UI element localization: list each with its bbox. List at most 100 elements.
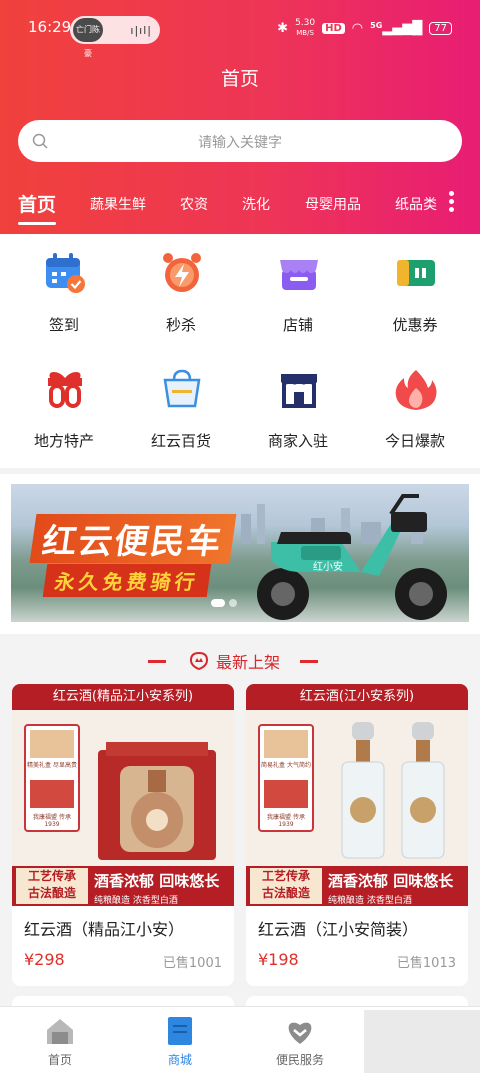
tab-active-indicator [18,222,56,225]
grid-item-stores[interactable]: 店铺 [238,234,358,344]
product-sold-count: 已售1013 [396,956,456,971]
product-banner-title: 红云酒(江小安系列) [246,684,468,710]
slogan: 酒香浓郁 回味悠长 [328,872,454,890]
tab-baby-products[interactable]: 母婴用品 [305,194,361,214]
wifi-icon: ◠ [351,20,364,36]
product-side-panel: 简易礼盒 大气简约 我康福盟 传承1939 [258,724,314,832]
grid-item-local-specialties[interactable]: 地方特产 [4,350,124,460]
quick-entry-grid: 签到 秒杀 店铺 优惠券 地方特产 红云百货 商家入驻 今日爆款 [0,234,480,468]
section-divider-right [300,660,318,663]
tab-label: 商城 [167,1053,192,1067]
page-title: 首页 [220,68,259,90]
crown-icon [189,651,209,671]
tradition-tag: 工艺传承 古法酿造 [16,868,88,904]
status-time: 16:29 [28,18,72,36]
more-categories-icon[interactable] [444,190,458,216]
audio-wave-icon: ı|ıl| [130,24,152,37]
tab-bar-home[interactable]: 首页 [0,1007,120,1073]
search-placeholder: 请输入关键字 [198,135,282,151]
side-image [30,780,74,808]
slogan: 酒香浓郁 回味悠长 [94,872,220,890]
slogan-block: 酒香浓郁 回味悠长 纯粮酿造 浓香型白酒 [94,870,232,906]
side-image [30,730,74,758]
overlay-patch [364,1010,480,1073]
side-caption: 我康福盟 传承1939 [33,814,71,828]
grid-label: 店铺 [282,316,313,334]
slogan-small: 纯粮酿造 浓香型白酒 [94,896,178,906]
status-icons: ✱ 5.30 MB/S HD ◠ 5G▂▄▆█ 77 [277,16,452,40]
liquor-bottles [341,722,445,859]
product-sold-count: 已售1001 [162,956,222,971]
grid-label: 优惠券 [392,316,438,334]
product-slogan-bar: 工艺传承 古法酿造 酒香浓郁 回味悠长 纯粮酿造 浓香型白酒 [12,866,234,906]
product-image: 红云酒(精品江小安系列) 精美礼盒 尽显高贵 我康福盟 传承1939 工艺传承 … [12,684,234,906]
banner-subtitle: 永久免费骑行 [42,564,212,597]
search-input[interactable]: 请输入关键字 [18,120,462,162]
tab-fresh-produce[interactable]: 蔬果生鲜 [90,194,146,214]
store-icon [280,260,318,290]
side-caption: 简易礼盒 大气简约 [261,762,311,769]
tab-toiletries[interactable]: 洗化 [242,194,270,214]
tab-paper-products[interactable]: 纸品类 [395,194,437,214]
tab-bar-services[interactable]: 便民服务 [240,1007,360,1073]
promo-banner[interactable]: 红云便民车 永久免费骑行 红小安 [11,484,469,622]
grid-item-coupons[interactable]: 优惠券 [355,234,475,344]
tag-line: 工艺传承 [261,869,310,883]
fire-icon [395,370,437,410]
home-icon [47,1019,73,1044]
grid-label: 签到 [48,316,79,334]
grid-label: 地方特产 [33,432,94,450]
tab-bar-mall[interactable]: 商城 [120,1007,240,1073]
battery-icon: 77 [429,21,452,35]
tag-line: 古法酿造 [27,886,76,900]
network-speed: 5.30 MB/S [295,18,315,38]
product-price: ¥198 [258,950,299,969]
grid-item-hongyun-mart[interactable]: 红云百货 [121,350,241,460]
grid-label: 今日爆款 [384,432,445,450]
tab-agri-supplies[interactable]: 农资 [180,194,208,214]
media-pill[interactable]: 亡门陈豪 ı|ıl| [70,16,160,58]
grid-item-sign-in[interactable]: 签到 [4,234,124,344]
signal-icon: 5G▂▄▆█ [370,20,423,36]
speed-value: 5.30 [295,18,316,28]
carousel-dot [229,599,237,607]
side-caption: 精美礼盒 尽显高贵 [27,762,77,769]
tag-line: 工艺传承 [27,869,76,883]
banner-title: 红云便民车 [29,514,237,563]
product-image: 红云酒(江小安系列) 简易礼盒 大气简约 我康福盟 传承1939 工艺传承 古法… [246,684,468,906]
product-card[interactable]: 红云酒(江小安系列) 简易礼盒 大气简约 我康福盟 传承1939 工艺传承 古法… [246,684,468,986]
hd-badge: HD [322,22,345,34]
tab-home[interactable]: 首页 [18,190,56,217]
tradition-tag: 工艺传承 古法酿造 [250,868,322,904]
gift-box-icon [48,372,82,408]
section-divider-left [148,660,166,663]
liquor-gift-box [98,742,216,860]
calendar-check-icon [46,253,85,293]
speed-unit: MB/S [296,29,314,37]
grid-item-hot-today[interactable]: 今日爆款 [355,350,475,460]
tag-line: 古法酿造 [261,886,310,900]
mall-icon [168,1017,192,1045]
side-image [264,780,308,808]
new-arrivals-header: 最新上架 [0,648,480,674]
product-card-peek [12,996,234,1006]
grid-label: 商家入驻 [267,432,328,450]
tab-label: 便民服务 [275,1053,324,1067]
avatar: 亡门陈豪 [73,18,103,58]
product-card[interactable]: 红云酒(精品江小安系列) 精美礼盒 尽显高贵 我康福盟 传承1939 工艺传承 … [12,684,234,986]
grid-item-merchant-join[interactable]: 商家入驻 [238,350,358,460]
slogan-block: 酒香浓郁 回味悠长 纯粮酿造 浓香型白酒 [328,870,466,906]
alarm-flash-icon [163,253,201,292]
grid-item-flash-sale[interactable]: 秒杀 [121,234,241,344]
product-slogan-bar: 工艺传承 古法酿造 酒香浓郁 回味悠长 纯粮酿造 浓香型白酒 [246,866,468,906]
heart-service-icon [288,1022,312,1044]
product-price: ¥298 [24,950,65,969]
shopping-basket-icon [163,369,201,408]
product-card-peek [246,996,468,1006]
banner-section: 红云便民车 永久免费骑行 红小安 [0,474,480,634]
category-tabs: 首页 蔬果生鲜 农资 洗化 母婴用品 纸品类 [0,186,480,226]
side-image [264,730,308,758]
side-caption: 我康福盟 传承1939 [267,814,305,828]
tab-label: 首页 [47,1053,72,1067]
status-bar: 16:29 亡门陈豪 ı|ıl| ✱ 5.30 MB/S HD ◠ 5G▂▄▆█… [0,0,480,58]
